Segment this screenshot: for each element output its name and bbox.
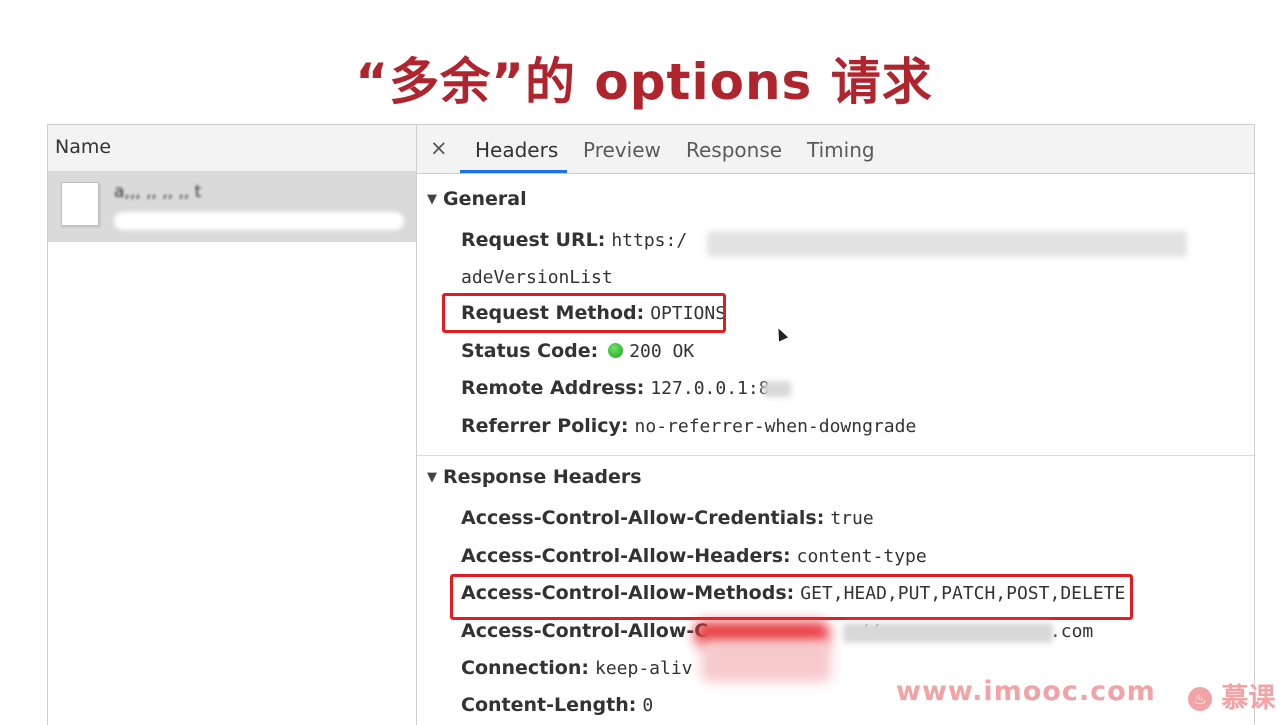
response-headers-section-toggle[interactable]: ▼ Response Headers	[427, 466, 642, 488]
triangle-down-icon: ▼	[427, 470, 437, 485]
watermark-site: www.imooc.com	[896, 676, 1156, 707]
general-section-title: General	[443, 188, 527, 210]
section-divider	[417, 455, 1254, 456]
referrer-policy-key: Referrer Policy:	[461, 415, 629, 437]
detail-tabbar: × Headers Preview Response Timing	[417, 125, 1254, 174]
tab-timing[interactable]: Timing	[807, 138, 875, 162]
close-icon[interactable]: ×	[430, 136, 448, 160]
request-url-continued-row: adeVersionList	[461, 266, 613, 288]
general-section-toggle[interactable]: ▼ General	[427, 188, 527, 210]
request-row[interactable]: a,,, ,, ,, ,, t	[48, 172, 416, 242]
remote-port-redacted	[763, 381, 791, 397]
acac-value: true	[830, 508, 874, 529]
acac-row: Access-Control-Allow-Credentials: true	[461, 507, 874, 529]
request-url-value: https:/	[611, 230, 688, 251]
acao-key: Access-Control-Allow-C	[461, 620, 709, 642]
response-headers-section-title: Response Headers	[443, 466, 642, 488]
tab-response[interactable]: Response	[686, 138, 782, 162]
request-url-redacted	[114, 212, 404, 230]
name-column-header[interactable]: Name	[48, 125, 416, 172]
connection-row: Connection: keep-aliv	[461, 657, 693, 679]
watermark-brand: 慕课	[1221, 683, 1276, 714]
request-method-highlight	[442, 293, 726, 333]
request-list-panel: Name a,,, ,, ,, ,, t	[48, 125, 417, 725]
request-name: a,,, ,, ,, ,, t	[114, 182, 202, 202]
referrer-policy-row: Referrer Policy: no-referrer-when-downgra…	[461, 415, 916, 437]
content-length-key: Content-Length:	[461, 694, 637, 716]
request-url-value-continued: adeVersionList	[461, 267, 613, 288]
triangle-down-icon: ▼	[427, 192, 437, 207]
connection-value: keep-aliv	[594, 658, 693, 679]
request-url-key: Request URL:	[461, 229, 606, 251]
active-tab-indicator	[460, 170, 567, 173]
content-length-row: Content-Length: 0	[461, 694, 653, 716]
acah-value: content-type	[796, 546, 927, 567]
devtools-network-panel: Name a,,, ,, ,, ,, t × Headers Preview R…	[47, 124, 1255, 725]
remote-address-row: Remote Address: 127.0.0.1:8	[461, 377, 770, 399]
status-ok-icon	[608, 343, 624, 358]
allow-methods-highlight	[450, 574, 1133, 620]
status-code-value: 200 OK	[629, 341, 695, 362]
status-code-row: Status Code: 200 OK	[461, 340, 694, 362]
slide-title: “多余”的 options 请求	[355, 53, 933, 111]
remote-address-key: Remote Address:	[461, 377, 645, 399]
acac-key: Access-Control-Allow-Credentials:	[461, 507, 825, 529]
referrer-policy-value: no-referrer-when-downgrade	[634, 416, 917, 437]
document-icon	[61, 182, 99, 226]
flame-icon: ♨	[1188, 687, 1212, 711]
request-url-redacted	[707, 231, 1187, 257]
acah-row: Access-Control-Allow-Headers: content-typ…	[461, 545, 927, 567]
acao-value-suffix: .com	[1049, 621, 1094, 642]
tab-preview[interactable]: Preview	[583, 138, 661, 162]
content-length-value: 0	[642, 695, 654, 716]
watermark-logo: ♨ 慕课	[1188, 676, 1275, 715]
redaction-smudge	[701, 640, 831, 682]
origin-redacted	[843, 623, 1053, 643]
request-url-row: Request URL: https:/	[461, 229, 687, 251]
remote-address-value: 127.0.0.1:8	[650, 378, 770, 399]
request-detail-panel: × Headers Preview Response Timing ▼ Gener…	[417, 125, 1254, 725]
acah-key: Access-Control-Allow-Headers:	[461, 545, 791, 567]
tab-headers[interactable]: Headers	[475, 138, 558, 162]
connection-key: Connection:	[461, 657, 589, 679]
status-code-key: Status Code:	[461, 340, 599, 362]
